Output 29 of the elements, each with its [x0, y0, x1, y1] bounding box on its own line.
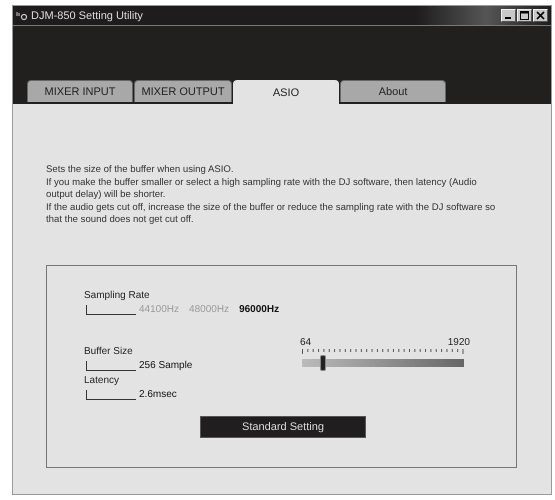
sampling-rate-option[interactable]: 96000Hz: [239, 304, 280, 315]
close-icon: [536, 11, 545, 20]
setting-label: Buffer Size: [84, 346, 134, 357]
slider-max-label: 1920: [448, 336, 470, 348]
latency-value: 2.6msec: [139, 388, 177, 400]
tab[interactable]: ASIO: [233, 80, 339, 104]
leader-line: [86, 304, 136, 315]
app-icon: [16, 10, 28, 20]
slider[interactable]: [302, 354, 464, 371]
window-title: DJM-850 Setting Utility: [31, 10, 143, 22]
close-button[interactable]: [533, 9, 548, 22]
setting-label: Latency: [84, 374, 120, 386]
tab[interactable]: MIXER INPUT: [27, 80, 133, 102]
description-text: If you make the buffer smaller or select a high sampling rate with the DJ software, then latency (Audio output delay) will be shorter.: [46, 176, 478, 202]
description-text: If the audio gets cut off, increase the size of the buffer or reduce the sampling rate with the DJ software so that the sound does not get cut off.: [46, 202, 496, 227]
maximize-button[interactable]: [517, 9, 532, 22]
description-text: Sets the size of the buffer when using ASIO.: [46, 164, 235, 177]
standard-setting-button[interactable]: Standard Setting: [200, 416, 366, 438]
maximize-icon: [520, 11, 529, 20]
setting-label: Sampling Rate: [84, 290, 151, 301]
buffer-size-value: 256 Sample: [139, 360, 192, 371]
tab[interactable]: About: [340, 80, 446, 102]
minimize-icon: [505, 17, 511, 19]
minimize-button[interactable]: [501, 9, 516, 22]
leader-line: [86, 390, 136, 400]
tab[interactable]: MIXER OUTPUT: [134, 80, 232, 102]
slider-min-label: 64: [300, 336, 312, 348]
leader-line: [86, 360, 136, 371]
slider-thumb[interactable]: [320, 354, 326, 371]
